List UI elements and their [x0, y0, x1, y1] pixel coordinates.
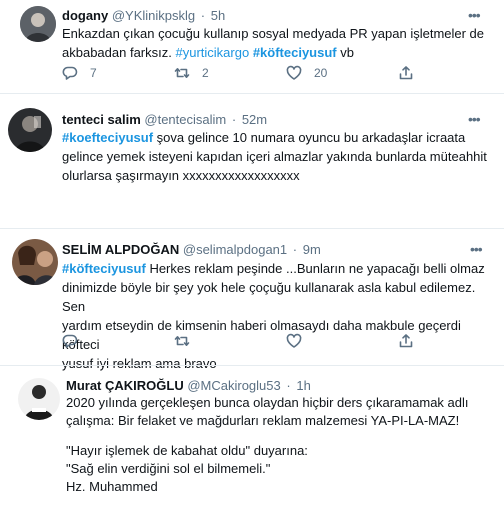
avatar-image [8, 108, 52, 152]
divider [0, 365, 504, 366]
share-icon [399, 334, 413, 348]
timestamp[interactable]: 9m [303, 242, 321, 257]
tweet-card[interactable]: Murat ÇAKIROĞLU @MCakiroglu53 · 1h 2020 … [0, 372, 504, 514]
tweet-header: SELİM ALPDOĞAN @selimalpdogan1 · 9m [62, 242, 321, 258]
reply-button[interactable]: 7 [62, 64, 97, 82]
retweet-button[interactable] [174, 332, 190, 350]
hashtag-link[interactable]: #köfteciyusuf [62, 261, 146, 276]
tweet-card[interactable]: tenteci salim @tentecisalim · 52m ••• #k… [0, 103, 504, 203]
avatar[interactable] [20, 6, 56, 42]
retweet-count: 2 [202, 66, 209, 80]
tweet-header: tenteci salim @tentecisalim · 52m [62, 112, 267, 128]
avatar-image [20, 6, 56, 42]
tweet-text-line: #köfteciyusuf Herkes reklam peşinde ...B… [62, 259, 500, 278]
separator: · [292, 242, 298, 257]
tweet-text-line: #koefteciyusuf şova gelince 10 numara oy… [62, 128, 498, 147]
hashtag-link[interactable]: #koefteciyusuf [62, 130, 153, 145]
tweet-text-line: dinimizde böyle bir şey yok hele çoçuğu … [62, 280, 476, 314]
user-handle[interactable]: @YKlinikpsklg [112, 8, 195, 23]
more-icon[interactable]: ••• [468, 112, 481, 126]
share-button[interactable] [398, 332, 414, 350]
divider [0, 93, 504, 94]
reply-icon [62, 334, 78, 348]
tweet-text-line: olurlarsa şaşırmayın xxxxxxxxxxxxxxxxxx [62, 168, 300, 183]
like-button[interactable]: 20 [286, 64, 327, 82]
user-name[interactable]: dogany [62, 8, 108, 23]
heart-icon [286, 65, 302, 80]
retweet-icon [174, 336, 190, 346]
hashtag-link[interactable]: #köfteciyusuf [253, 45, 337, 60]
tweet-text-line: "Sağ elin verdiğini sol el bilmemeli." [66, 461, 271, 476]
tweet-text: #koefteciyusuf şova gelince 10 numara oy… [62, 128, 498, 185]
reply-icon [62, 66, 78, 80]
tweet-text-line: yusuf iyi reklam ama bravo [62, 356, 217, 371]
divider [0, 228, 504, 229]
retweet-icon [174, 68, 190, 78]
action-bar [0, 332, 504, 350]
tweet-header: Murat ÇAKIROĞLU @MCakiroglu53 · 1h [66, 378, 311, 394]
hashtag-link[interactable]: #yurticikargo [175, 45, 249, 60]
user-handle[interactable]: @selimalpdogan1 [183, 242, 287, 257]
more-icon[interactable]: ••• [468, 8, 481, 22]
heart-icon [286, 333, 302, 348]
tweet-text-line: "Hayır işlemek de kabahat oldu" duyarına… [66, 443, 308, 458]
action-bar: 7 2 20 [0, 64, 504, 82]
user-name[interactable]: Murat ÇAKIROĞLU [66, 378, 184, 393]
tweet-text-segment: Herkes reklam peşinde ...Bunların ne yap… [149, 261, 485, 276]
timestamp[interactable]: 52m [242, 112, 267, 127]
share-icon [399, 66, 413, 80]
timestamp[interactable]: 1h [296, 378, 310, 393]
avatar[interactable] [8, 108, 52, 152]
avatar[interactable] [12, 239, 58, 285]
tweet-text-line: 2020 yılında gerçekleşen bunca olaydan h… [66, 395, 469, 410]
user-name[interactable]: SELİM ALPDOĞAN [62, 242, 179, 257]
tweet-text-line: çalışma: Bir felaket ve mağdurları rekla… [66, 413, 460, 428]
timestamp[interactable]: 5h [211, 8, 225, 23]
separator: · [200, 8, 206, 23]
tweet-text: Enkazdan çıkan çocuğu kullanıp sosyal me… [62, 24, 492, 62]
user-name[interactable]: tenteci salim [62, 112, 141, 127]
tweet-text-line: akbabadan farksız. #yurticikargo #köftec… [62, 43, 492, 62]
tweet-text-line: Enkazdan çıkan çocuğu kullanıp sosyal me… [62, 26, 485, 41]
avatar[interactable] [18, 378, 60, 420]
separator: · [231, 112, 237, 127]
more-icon[interactable]: ••• [470, 242, 483, 256]
share-button[interactable] [398, 64, 414, 82]
tweet-text-spacer [66, 430, 498, 442]
tweet-text-segment: vb [340, 45, 354, 60]
reply-count: 7 [90, 66, 97, 80]
tweet-text-line: Hz. Muhammed [66, 479, 158, 494]
avatar-image [12, 239, 58, 285]
separator: · [286, 378, 291, 393]
tweet-text-segment: akbabadan farksız. [62, 45, 172, 60]
reply-button[interactable] [62, 332, 78, 350]
tweet-text: #köfteciyusuf Herkes reklam peşinde ...B… [62, 259, 500, 373]
tweet-card[interactable]: dogany @YKlinikpsklg · 5h ••• Enkazdan ç… [0, 0, 504, 92]
like-button[interactable] [286, 332, 302, 350]
retweet-button[interactable]: 2 [174, 64, 209, 82]
like-count: 20 [314, 66, 328, 80]
tweet-header: dogany @YKlinikpsklg · 5h [62, 8, 225, 24]
user-handle[interactable]: @MCakiroglu53 [187, 378, 280, 393]
tweet-card[interactable]: SELİM ALPDOĞAN @selimalpdogan1 · 9m ••• … [0, 232, 504, 371]
avatar-image [18, 378, 60, 420]
tweet-text-line: gelince yemek isteyeni kapıdan içeri alm… [62, 149, 487, 164]
tweet-text: 2020 yılında gerçekleşen bunca olaydan h… [66, 394, 498, 496]
user-handle[interactable]: @tentecisalim [144, 112, 226, 127]
tweet-text-segment: şova gelince 10 numara oyuncu bu arkadaş… [156, 130, 466, 145]
